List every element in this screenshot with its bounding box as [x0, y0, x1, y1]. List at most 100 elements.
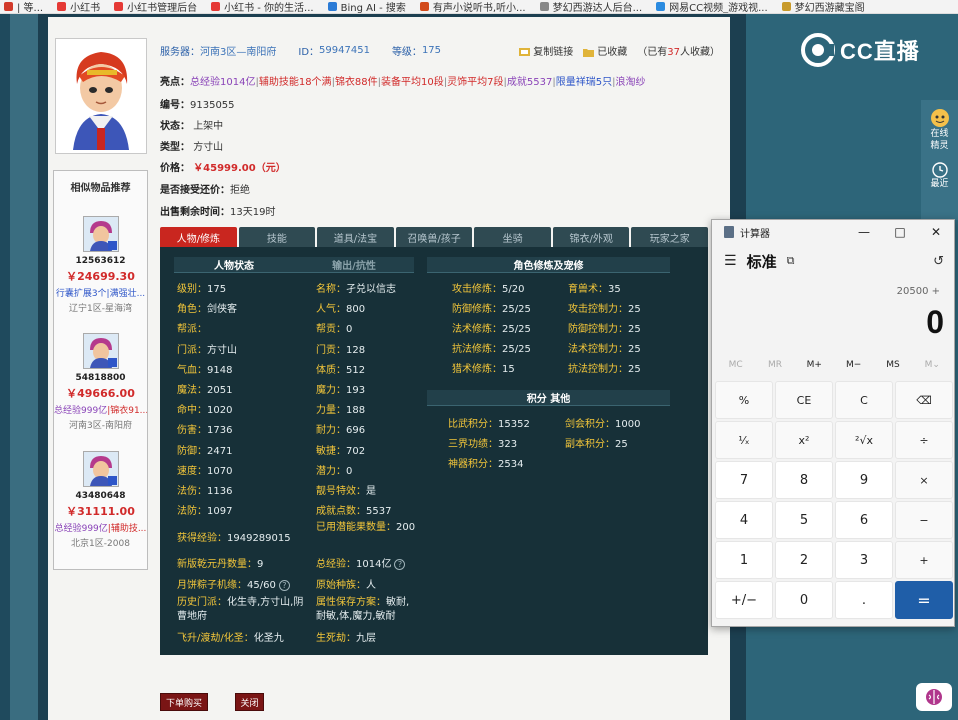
- cc-live-logo[interactable]: CC直播: [800, 30, 930, 70]
- control-row-value: 35: [608, 284, 621, 295]
- highlight-tag[interactable]: 总经验1014亿: [190, 77, 255, 87]
- similar-item-tag: |锦衣91...: [107, 406, 147, 416]
- cultivation-row-value: 5/20: [502, 284, 525, 295]
- bookmark-favicon-icon: [539, 2, 549, 11]
- calc-key[interactable]: 6: [835, 501, 893, 539]
- bookmark-item[interactable]: Bing AI - 搜索: [324, 0, 416, 14]
- attribute-row-value: 孑兑以信志: [346, 284, 396, 295]
- history-icon[interactable]: ↺: [933, 254, 944, 269]
- highlight-tag[interactable]: 装备平均10段: [381, 77, 444, 87]
- zongzi-row-value: 45/60: [247, 580, 276, 591]
- keypad: % CE C ⌫ ¹⁄ₓ x² ²√x ÷ 7 8 9 × 4 5 6− 1 2 3 + +/− 0. =: [715, 381, 953, 619]
- calc-key[interactable]: %: [715, 381, 773, 419]
- calc-key[interactable]: 7: [715, 461, 773, 499]
- calc-key[interactable]: =: [895, 581, 953, 619]
- calculator-titlebar[interactable]: 计算器 — □ ✕: [712, 220, 954, 244]
- cultivation-row: 猎术修炼：15: [452, 360, 515, 375]
- tab-item[interactable]: 人物/修炼: [160, 227, 237, 247]
- bookmark-item[interactable]: | 等...: [0, 0, 53, 13]
- control-row-label: 抗法控制力：: [568, 364, 628, 375]
- control-row-label: 法术控制力：: [568, 344, 628, 355]
- bookmark-item[interactable]: 有声小说听书,听小...: [416, 0, 536, 13]
- menu-icon[interactable]: ☰: [724, 253, 737, 269]
- tab-item[interactable]: 坐骑: [474, 227, 551, 247]
- calc-key[interactable]: ⌫: [895, 381, 953, 419]
- memory-button[interactable]: M−: [834, 360, 873, 376]
- calc-key[interactable]: x²: [775, 421, 833, 459]
- points-row-value: 323: [498, 439, 518, 450]
- bookmark-item[interactable]: 小红书 - 你的生活...: [207, 0, 324, 13]
- help-icon[interactable]: ?: [394, 558, 406, 570]
- highlight-tag[interactable]: 锦衣88件: [335, 77, 378, 87]
- calc-key[interactable]: 2: [775, 541, 833, 579]
- bookmark-item[interactable]: 梦幻西游藏宝阁: [778, 0, 875, 13]
- calc-key[interactable]: ×: [895, 461, 953, 499]
- calc-key[interactable]: 4: [715, 501, 773, 539]
- memory-button[interactable]: M⌄: [913, 360, 952, 376]
- keep-on-top-icon[interactable]: ⧉: [787, 254, 795, 268]
- bookmark-item[interactable]: 网易CC视频_游戏视...: [652, 0, 778, 13]
- highlight-tag[interactable]: 灵饰平均7段: [447, 77, 503, 87]
- tab-item[interactable]: 技能: [238, 227, 316, 247]
- calc-key[interactable]: −: [895, 501, 953, 539]
- similar-item-tag: |满强壮...: [106, 289, 146, 299]
- highlight-tag[interactable]: 辅助技能18个满: [259, 77, 332, 87]
- online-helper-widget[interactable]: 在线 精灵 最近: [921, 100, 958, 220]
- maximize-button[interactable]: □: [882, 220, 918, 244]
- calc-key[interactable]: 8: [775, 461, 833, 499]
- tab-item[interactable]: 道具/法宝: [317, 227, 394, 247]
- calculator-header: ☰ 标准 ⧉ ↺: [712, 248, 954, 274]
- similar-item-thumbnail[interactable]: [82, 333, 119, 369]
- bookmark-item[interactable]: 小红书: [53, 0, 110, 13]
- calc-key[interactable]: ÷: [895, 421, 953, 459]
- brain-icon: [926, 689, 942, 705]
- tab-item[interactable]: 召唤兽/孩子: [395, 227, 473, 247]
- similar-item[interactable]: 54818800 ￥49666.00 总经验999亿|锦衣91... 河南3区-南阳府: [54, 333, 147, 431]
- calc-key[interactable]: C: [835, 381, 893, 419]
- calc-key[interactable]: 1: [715, 541, 773, 579]
- calc-key[interactable]: +/−: [715, 581, 773, 619]
- cultivation-row-label: 攻击修炼：: [452, 284, 502, 295]
- close-window-button[interactable]: ✕: [918, 220, 954, 244]
- similar-item[interactable]: 12563612 ￥24699.30 行囊扩展3个|满强壮... 辽宁1区-星海湾: [54, 216, 147, 314]
- similar-item[interactable]: 43480648 ￥31111.00 总经验999亿|辅助技... 北京1区-2008: [54, 451, 147, 549]
- attribute-row-value: 193: [346, 385, 366, 396]
- copy-link-button[interactable]: 复制链接: [519, 43, 573, 58]
- number-row: 编号：9135055: [160, 100, 235, 111]
- help-icon[interactable]: ?: [278, 579, 290, 591]
- memory-button[interactable]: MC: [716, 360, 755, 376]
- similar-item-thumbnail[interactable]: [82, 451, 119, 487]
- bookmark-item[interactable]: 梦幻西游达人后台...: [536, 0, 653, 13]
- bookmark-item[interactable]: 小红书管理后台: [110, 0, 207, 13]
- attribute-row: 人气：800: [316, 300, 365, 315]
- highlight-tag[interactable]: 成就5537: [507, 77, 552, 87]
- calc-key[interactable]: CE: [775, 381, 833, 419]
- section-head-points: 积分 其他: [427, 390, 670, 406]
- calc-key[interactable]: 3: [835, 541, 893, 579]
- highlight-tag[interactable]: 浪淘纱: [615, 77, 645, 87]
- stat-row-value: 1736: [207, 425, 233, 437]
- bookmark-favicon-icon: [4, 2, 13, 11]
- calc-key[interactable]: +: [895, 541, 953, 579]
- memory-button[interactable]: MS: [873, 360, 912, 376]
- similar-item-tag: 总经验999亿: [54, 406, 108, 416]
- bookmark-label: Bing AI - 搜索: [340, 3, 406, 14]
- memory-button[interactable]: MR: [755, 360, 794, 376]
- calc-key[interactable]: .: [835, 581, 893, 619]
- memory-button[interactable]: M+: [795, 360, 834, 376]
- tab-item[interactable]: 玩家之家: [631, 227, 709, 247]
- race-row-value: 人: [366, 580, 376, 591]
- minimize-button[interactable]: —: [846, 220, 882, 244]
- similar-item-thumbnail[interactable]: [82, 216, 119, 252]
- calc-key[interactable]: 5: [775, 501, 833, 539]
- calc-key[interactable]: ²√x: [835, 421, 893, 459]
- favorite-button[interactable]: 已收藏: [583, 43, 627, 58]
- calc-key[interactable]: 9: [835, 461, 893, 499]
- highlight-tag[interactable]: 限量祥瑞5只: [556, 77, 612, 87]
- tab-item[interactable]: 锦衣/外观: [552, 227, 630, 247]
- calc-key[interactable]: 0: [775, 581, 833, 619]
- close-button[interactable]: 关闭: [235, 693, 264, 711]
- buy-button[interactable]: 下单购买: [160, 693, 208, 711]
- floating-brain-button[interactable]: [916, 683, 952, 711]
- calc-key[interactable]: ¹⁄ₓ: [715, 421, 773, 459]
